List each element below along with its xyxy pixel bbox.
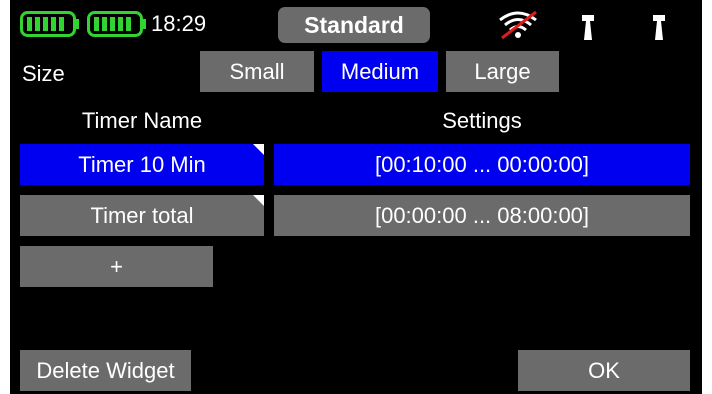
timer-name-cell[interactable]: Timer 10 Min bbox=[20, 144, 264, 185]
size-large-button[interactable]: Large bbox=[446, 51, 559, 92]
add-timer-button[interactable]: + bbox=[20, 246, 213, 287]
battery-full-icon bbox=[20, 11, 79, 37]
timer-name-label: Timer total bbox=[90, 202, 194, 228]
screen: 18:29 Standard Size Small Medium Large T… bbox=[10, 0, 702, 394]
corner-marker bbox=[253, 195, 264, 206]
timer-name-label: Timer 10 Min bbox=[78, 151, 206, 177]
size-small-button[interactable]: Small bbox=[200, 51, 314, 92]
delete-widget-button[interactable]: Delete Widget bbox=[20, 350, 191, 391]
antenna-icon bbox=[582, 15, 594, 40]
status-bar: 18:29 Standard bbox=[10, 0, 702, 48]
timer-settings-cell[interactable]: [00:10:00 ... 00:00:00] bbox=[274, 144, 690, 185]
timer-settings-cell[interactable]: [00:00:00 ... 08:00:00] bbox=[274, 195, 690, 236]
ok-button[interactable]: OK bbox=[518, 350, 690, 391]
size-medium-button[interactable]: Medium bbox=[322, 51, 438, 92]
corner-marker bbox=[253, 144, 264, 155]
column-header-timer-name: Timer Name bbox=[81, 108, 203, 133]
clock-time: 18:29 bbox=[151, 11, 207, 36]
column-header-settings: Settings bbox=[442, 108, 522, 133]
battery-full-icon bbox=[87, 11, 146, 37]
antenna-icon bbox=[653, 15, 665, 40]
timer-name-cell[interactable]: Timer total bbox=[20, 195, 264, 236]
wifi-off-icon bbox=[499, 10, 537, 40]
profile-button[interactable]: Standard bbox=[278, 7, 430, 43]
size-label: Size bbox=[22, 61, 65, 86]
